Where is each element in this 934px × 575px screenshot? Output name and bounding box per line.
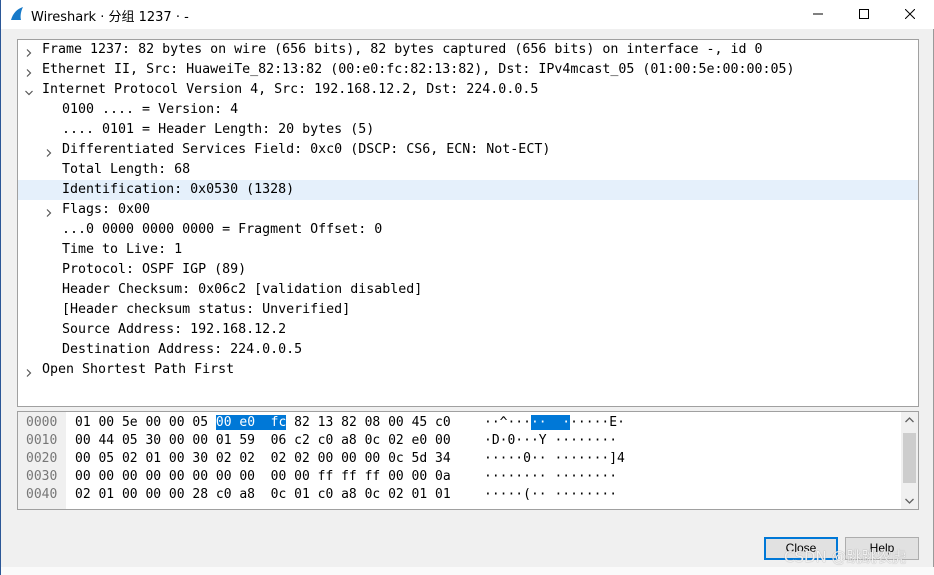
- hex-bytes-row[interactable]: 00 05 02 01 00 30 02 02 02 02 00 00 00 0…: [75, 450, 451, 468]
- expand-right-icon[interactable]: [24, 45, 34, 57]
- ascii-row[interactable]: ·····0·· ·······]4: [484, 450, 625, 468]
- tree-row-label: Internet Protocol Version 4, Src: 192.16…: [42, 82, 539, 97]
- hex-bytes: 02 01 00 00 00 28 c0 a8 0c 01 c0 a8 0c 0…: [75, 487, 451, 502]
- expand-down-icon[interactable]: [24, 85, 34, 96]
- ascii-text: ··^···: [484, 415, 531, 430]
- hex-bytes: 00 44 05 30 00 00 01 59 06 c2 c0 a8 0c 0…: [75, 433, 451, 448]
- byte-offset: 0000: [26, 415, 58, 430]
- ascii-row[interactable]: ··^····· ······E·: [484, 414, 625, 432]
- tree-row-label: Differentiated Services Field: 0xc0 (DSC…: [62, 142, 551, 157]
- tree-row[interactable]: ...0 0000 0000 0000 = Fragment Offset: 0: [18, 220, 918, 240]
- tree-row-label: Header Checksum: 0x06c2 [validation disa…: [62, 282, 423, 297]
- tree-row-label: Ethernet II, Src: HuaweiTe_82:13:82 (00:…: [42, 62, 795, 77]
- tree-row-label: Time to Live: 1: [62, 242, 183, 257]
- minimize-button[interactable]: [795, 0, 841, 29]
- byte-offset: 0020: [26, 451, 58, 466]
- expand-right-icon[interactable]: [44, 145, 54, 157]
- hex-bytes-row[interactable]: 00 44 05 30 00 00 01 59 06 c2 c0 a8 0c 0…: [75, 432, 451, 450]
- byte-offset: 0040: [26, 487, 58, 502]
- bytes-scrollbar[interactable]: [901, 412, 918, 509]
- ascii-row[interactable]: ·····(·· ········: [484, 486, 617, 504]
- tree-row-label: Source Address: 192.168.12.2: [62, 322, 287, 337]
- scroll-down-arrow-icon[interactable]: [901, 492, 918, 509]
- tree-row[interactable]: Time to Live: 1: [18, 240, 918, 260]
- tree-row[interactable]: 0100 .... = Version: 4: [18, 100, 918, 120]
- ascii-row[interactable]: ·D·0···Y ········: [484, 432, 617, 450]
- scroll-up-arrow-icon[interactable]: [901, 412, 918, 429]
- selected-ascii: ·· ·: [530, 415, 571, 430]
- tree-row-label: [Header checksum status: Unverified]: [62, 302, 351, 317]
- tree-row[interactable]: .... 0101 = Header Length: 20 bytes (5): [18, 120, 918, 140]
- minimize-icon: [813, 6, 823, 24]
- tree-row-label: Identification: 0x0530 (1328): [62, 182, 295, 197]
- ascii-text: ·D·0···Y ········: [484, 433, 618, 448]
- hex-bytes: 01 00 5e 00 00 05: [75, 415, 216, 430]
- tree-row[interactable]: Open Shortest Path First: [18, 360, 918, 380]
- tree-row-label: Total Length: 68: [62, 162, 191, 177]
- watermark: CSDN @跳跳农虎: [784, 548, 907, 566]
- tree-row[interactable]: Total Length: 68: [18, 160, 918, 180]
- expand-right-icon[interactable]: [24, 365, 34, 377]
- title-bar: Wireshark · 分组 1237 · -: [1, 0, 934, 29]
- maximize-button[interactable]: [841, 0, 887, 29]
- ascii-text: ········ ········: [484, 469, 618, 484]
- packet-dialog-window: Wireshark · 分组 1237 · - Frame 1237: 82 b…: [0, 0, 934, 575]
- close-icon: [904, 6, 916, 24]
- packet-bytes-pane[interactable]: 0000 01 00 5e 00 00 05 00 e0 fc 82 13 82 …: [17, 411, 919, 510]
- expand-right-icon[interactable]: [44, 205, 54, 217]
- bottom-edge: [1, 567, 934, 575]
- expand-right-icon[interactable]: [24, 65, 34, 77]
- tree-row-label: 0100 .... = Version: 4: [62, 102, 239, 117]
- hex-bytes: 00 05 02 01 00 30 02 02 02 02 00 00 00 0…: [75, 451, 451, 466]
- tree-row[interactable]: Frame 1237: 82 bytes on wire (656 bits),…: [18, 40, 918, 60]
- tree-row-label: Destination Address: 224.0.0.5: [62, 342, 303, 357]
- hex-bytes-row[interactable]: 00 00 00 00 00 00 00 00 00 00 ff ff ff 0…: [75, 468, 451, 486]
- tree-row[interactable]: Protocol: OSPF IGP (89): [18, 260, 918, 280]
- ascii-text: ·····0·· ·······]4: [484, 451, 625, 466]
- close-window-button[interactable]: [887, 0, 933, 29]
- selected-bytes: 00 e0 fc: [215, 415, 287, 430]
- ascii-text: ·····E·: [570, 415, 625, 430]
- tree-row-label: Frame 1237: 82 bytes on wire (656 bits),…: [42, 42, 763, 57]
- tree-row[interactable]: Identification: 0x0530 (1328): [18, 180, 918, 200]
- tree-row[interactable]: Flags: 0x00: [18, 200, 918, 220]
- wireshark-fin-icon: [9, 6, 25, 22]
- tree-row[interactable]: Source Address: 192.168.12.2: [18, 320, 918, 340]
- ascii-text: ·····(·· ········: [484, 487, 618, 502]
- tree-row[interactable]: Differentiated Services Field: 0xc0 (DSC…: [18, 140, 918, 160]
- tree-row[interactable]: Destination Address: 224.0.0.5: [18, 340, 918, 360]
- tree-row-label: .... 0101 = Header Length: 20 bytes (5): [62, 122, 375, 137]
- tree-row-label: Open Shortest Path First: [42, 362, 235, 377]
- hex-bytes: 82 13 82 08 00 45 c0: [286, 415, 451, 430]
- tree-row-label: Flags: 0x00: [62, 202, 151, 217]
- scroll-thumb[interactable]: [903, 433, 916, 483]
- packet-details-tree[interactable]: Frame 1237: 82 bytes on wire (656 bits),…: [17, 39, 919, 407]
- byte-offset: 0010: [26, 433, 58, 448]
- window-title: Wireshark · 分组 1237 · -: [31, 10, 189, 25]
- tree-row[interactable]: Ethernet II, Src: HuaweiTe_82:13:82 (00:…: [18, 60, 918, 80]
- tree-row-label: Protocol: OSPF IGP (89): [62, 262, 247, 277]
- maximize-icon: [859, 6, 869, 24]
- hex-bytes-row[interactable]: 01 00 5e 00 00 05 00 e0 fc 82 13 82 08 0…: [75, 414, 451, 432]
- tree-row-label: ...0 0000 0000 0000 = Fragment Offset: 0: [62, 222, 383, 237]
- byte-offset: 0030: [26, 469, 58, 484]
- hex-bytes: 00 00 00 00 00 00 00 00 00 00 ff ff ff 0…: [75, 469, 451, 484]
- tree-row[interactable]: [Header checksum status: Unverified]: [18, 300, 918, 320]
- tree-row[interactable]: Internet Protocol Version 4, Src: 192.16…: [18, 80, 918, 100]
- tree-row[interactable]: Header Checksum: 0x06c2 [validation disa…: [18, 280, 918, 300]
- ascii-row[interactable]: ········ ········: [484, 468, 617, 486]
- hex-bytes-row[interactable]: 02 01 00 00 00 28 c0 a8 0c 01 c0 a8 0c 0…: [75, 486, 451, 504]
